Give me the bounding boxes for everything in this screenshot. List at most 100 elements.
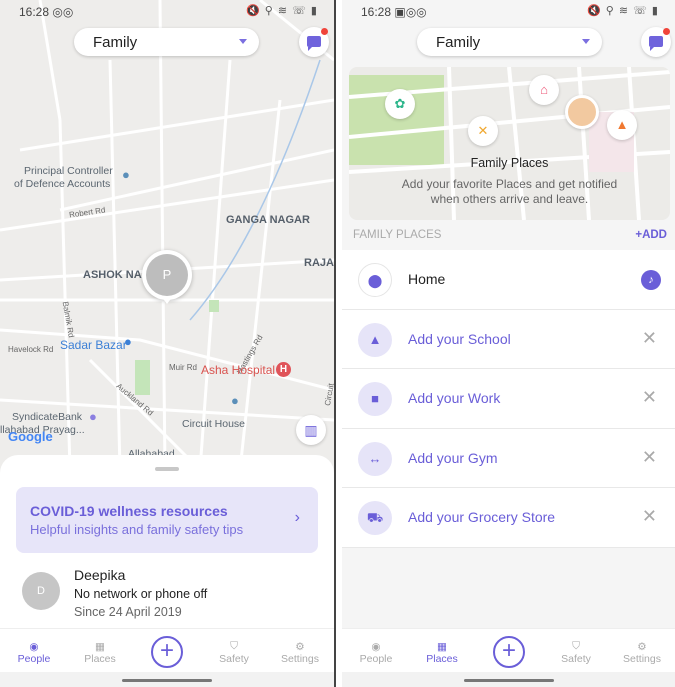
hero-subtitle: Add your favorite Places and get notifie… (401, 177, 618, 206)
hospital-pin-icon: H (276, 362, 291, 377)
divider (334, 0, 342, 687)
map[interactable] (0, 0, 334, 470)
add-button[interactable]: + (151, 636, 183, 668)
member-list-item[interactable]: D Deepika No network or phone off Since … (22, 567, 322, 622)
place-row-work[interactable]: ■ Add your Work ✕ (342, 369, 675, 429)
status-icons: 🔇 ⚲ ≋ ☏ ▮ (245, 5, 318, 17)
place-row-school[interactable]: ▲ Add your School ✕ (342, 309, 675, 369)
place-row-home[interactable]: ⬤ Home ♪ (342, 250, 675, 310)
system-nav-bar (0, 672, 334, 687)
status-icons: 🔇 ⚲ ≋ ☏ ▮ (586, 5, 659, 17)
briefcase-icon: ■ (358, 382, 392, 416)
place-label: Add your School (408, 330, 511, 347)
map-type-button[interactable]: ▥ (296, 415, 326, 445)
government-pin-icon: ● (122, 167, 130, 182)
chat-icon (649, 36, 663, 51)
member-avatar: P (146, 254, 188, 296)
places-list: ⬤ Home ♪ ▲ Add your School ✕ ■ Add your Work ✕… (342, 250, 675, 548)
dumbbell-icon: ↔ (358, 441, 392, 476)
chat-button[interactable] (641, 27, 671, 57)
map-label: of Defence Accounts (14, 178, 111, 190)
place-label: Home (408, 271, 446, 287)
nav-label: People (359, 653, 393, 665)
bottom-nav: ◉ People ▦ Places + ⛉ Safety ⚙ Settings (0, 628, 334, 672)
map-label: SyndicateBank (12, 411, 83, 423)
nav-settings[interactable]: ⚙ Settings (609, 629, 675, 665)
park-pin-icon: ✿ (385, 89, 415, 119)
map-label: Havelock Rd (8, 345, 54, 354)
circle-name: Family (93, 34, 138, 51)
chat-icon (307, 36, 321, 51)
clock: 16:28 (361, 5, 392, 19)
circle-selector[interactable]: Family (74, 28, 259, 56)
nav-label: People (17, 653, 51, 665)
nav-places[interactable]: ▦ Places (409, 629, 475, 665)
nav-settings[interactable]: ⚙ Settings (267, 629, 333, 665)
member-name: Deepika (74, 567, 126, 583)
nav-safety[interactable]: ⛉ Safety (543, 629, 609, 665)
landmark-pin-icon: ● (231, 393, 239, 408)
close-icon[interactable]: ✕ (642, 447, 657, 468)
add-place-button[interactable]: +ADD (635, 229, 667, 241)
nav-safety[interactable]: ⛉ Safety (201, 629, 267, 665)
chevron-right-icon: › (294, 509, 300, 526)
hero-title: Family Places (470, 156, 549, 170)
chat-button[interactable] (299, 27, 329, 57)
covid-title: COVID-19 wellness resources (30, 503, 228, 519)
map-label: Circuit House (182, 418, 246, 430)
place-row-gym[interactable]: ↔ Add your Gym ✕ (342, 428, 675, 488)
map-label: Asha Hospital (201, 363, 276, 377)
covid-subtitle: Helpful insights and family safety tips (30, 522, 244, 537)
nav-people[interactable]: ◉ People (343, 629, 409, 665)
member-marker[interactable]: P (142, 250, 192, 304)
gear-icon: ⚙ (637, 641, 647, 653)
plus-icon: + (501, 637, 516, 664)
nav-people[interactable]: ◉ People (1, 629, 67, 665)
section-title: FAMILY PLACES (353, 229, 442, 241)
chevron-down-icon (582, 39, 590, 44)
nav-label: Places (426, 653, 458, 665)
sheet-drag-handle[interactable] (155, 467, 179, 471)
status-bar: 16:28 ◎◎ 🔇 ⚲ ≋ ☏ ▮ (19, 5, 318, 19)
home-pin-icon: ⌂ (529, 75, 559, 105)
buildings-icon: ▦ (95, 641, 105, 653)
graduation-cap-icon: ▲ (358, 322, 392, 357)
member-since: Since 24 April 2019 (74, 605, 182, 619)
circle-selector[interactable]: Family (417, 28, 602, 56)
close-icon[interactable]: ✕ (642, 328, 657, 349)
nav-label: Places (84, 653, 116, 665)
plus-icon: + (159, 637, 174, 664)
member-photo-marker (565, 95, 599, 129)
close-icon[interactable]: ✕ (642, 506, 657, 527)
cart-icon: ⛟ (358, 501, 392, 535)
nav-label: Safety (219, 653, 249, 665)
school-pin-icon: ▲ (607, 110, 637, 140)
family-places-hero: ✿ ⌂ ✕ ▲ Family Places Add your favorite … (349, 67, 670, 220)
add-button[interactable]: + (493, 636, 525, 668)
notification-dot (663, 28, 670, 35)
avatar: D (22, 572, 60, 610)
section-header: FAMILY PLACES +ADD (353, 229, 667, 241)
google-logo: Google (8, 429, 53, 444)
gear-icon: ⚙ (295, 641, 305, 653)
nav-label: Settings (623, 653, 661, 665)
shield-icon: ⛉ (230, 640, 238, 652)
system-nav-bar (342, 672, 675, 687)
place-row-grocery[interactable]: ⛟ Add your Grocery Store ✕ (342, 488, 675, 548)
places-screen: 16:28 ▣◎◎ 🔇 ⚲ ≋ ☏ ▮ Family ✿ ⌂ ✕ ▲ Family… (342, 0, 675, 687)
restaurant-pin-icon: ✕ (468, 116, 498, 146)
nav-places[interactable]: ▦ Places (67, 629, 133, 665)
notification-dot (321, 28, 328, 35)
people-icon: ◉ (371, 641, 381, 653)
map-label: RAJAI (304, 257, 334, 269)
home-gesture-bar[interactable] (122, 679, 212, 682)
place-label: Add your Grocery Store (408, 509, 556, 525)
close-icon[interactable]: ✕ (642, 387, 657, 408)
circle-name: Family (436, 34, 481, 51)
buildings-icon: ▦ (437, 641, 447, 653)
map-label: ASHOK NAG (83, 269, 151, 281)
bell-icon[interactable]: ♪ (641, 270, 661, 290)
covid-resources-card[interactable]: COVID-19 wellness resources Helpful insi… (16, 487, 318, 553)
home-gesture-bar[interactable] (464, 679, 554, 682)
pin-icon: ⬤ (358, 263, 392, 297)
